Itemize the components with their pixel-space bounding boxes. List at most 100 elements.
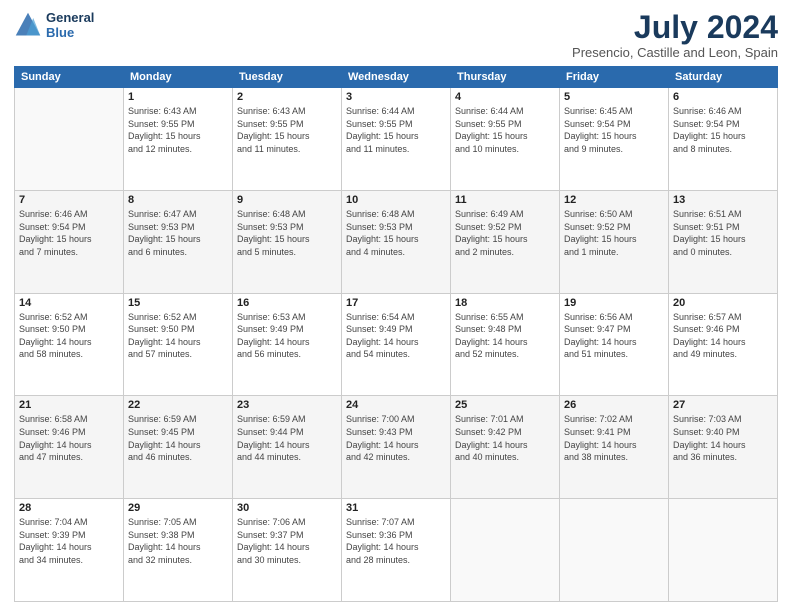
day-cell xyxy=(560,499,669,602)
day-info: Sunrise: 7:01 AM Sunset: 9:42 PM Dayligh… xyxy=(455,413,555,463)
day-cell: 6 Sunrise: 6:46 AM Sunset: 9:54 PM Daylig… xyxy=(669,88,778,191)
day-number: 30 xyxy=(237,502,337,514)
day-header-sunday: Sunday xyxy=(15,67,124,88)
week-row-4: 21 Sunrise: 6:58 AM Sunset: 9:46 PM Dayli… xyxy=(15,396,778,499)
day-cell: 16Sunrise: 6:53 AM Sunset: 9:49 PM Dayli… xyxy=(233,293,342,396)
day-number: 6 xyxy=(673,91,773,103)
day-cell xyxy=(15,88,124,191)
day-cell: 26 Sunrise: 7:02 AM Sunset: 9:41 PM Dayli… xyxy=(560,396,669,499)
day-info: Sunrise: 6:59 AM Sunset: 9:44 PM Dayligh… xyxy=(237,413,337,463)
day-cell: 9Sunrise: 6:48 AM Sunset: 9:53 PM Daylig… xyxy=(233,190,342,293)
day-number: 17 xyxy=(346,297,446,309)
day-number: 8 xyxy=(128,194,228,206)
day-cell: 18 Sunrise: 6:55 AM Sunset: 9:48 PM Dayli… xyxy=(451,293,560,396)
day-number: 31 xyxy=(346,502,446,514)
day-number: 29 xyxy=(128,502,228,514)
day-cell: 29 Sunrise: 7:05 AM Sunset: 9:38 PM Dayli… xyxy=(124,499,233,602)
day-number: 28 xyxy=(19,502,119,514)
main-title: July 2024 xyxy=(572,10,778,45)
day-number: 9 xyxy=(237,194,337,206)
header: General Blue July 2024 Presencio, Castil… xyxy=(14,10,778,60)
day-number: 23 xyxy=(237,399,337,411)
day-number: 2 xyxy=(237,91,337,103)
day-number: 3 xyxy=(346,91,446,103)
calendar-header: SundayMondayTuesdayWednesdayThursdayFrid… xyxy=(15,67,778,88)
day-cell: 30Sunrise: 7:06 AM Sunset: 9:37 PM Dayli… xyxy=(233,499,342,602)
day-cell: 11 Sunrise: 6:49 AM Sunset: 9:52 PM Dayli… xyxy=(451,190,560,293)
day-info: Sunrise: 6:45 AM Sunset: 9:54 PM Dayligh… xyxy=(564,105,664,155)
day-cell: 8 Sunrise: 6:47 AM Sunset: 9:53 PM Daylig… xyxy=(124,190,233,293)
day-info: Sunrise: 6:50 AM Sunset: 9:52 PM Dayligh… xyxy=(564,208,664,258)
week-row-2: 7Sunrise: 6:46 AM Sunset: 9:54 PM Daylig… xyxy=(15,190,778,293)
day-number: 21 xyxy=(19,399,119,411)
day-number: 10 xyxy=(346,194,446,206)
logo-icon xyxy=(14,11,42,39)
day-info: Sunrise: 6:54 AM Sunset: 9:49 PM Dayligh… xyxy=(346,311,446,361)
day-info: Sunrise: 7:03 AM Sunset: 9:40 PM Dayligh… xyxy=(673,413,773,463)
logo: General Blue xyxy=(14,10,94,40)
day-number: 15 xyxy=(128,297,228,309)
day-info: Sunrise: 6:44 AM Sunset: 9:55 PM Dayligh… xyxy=(346,105,446,155)
day-cell: 21 Sunrise: 6:58 AM Sunset: 9:46 PM Dayli… xyxy=(15,396,124,499)
day-info: Sunrise: 7:07 AM Sunset: 9:36 PM Dayligh… xyxy=(346,516,446,566)
day-info: Sunrise: 6:47 AM Sunset: 9:53 PM Dayligh… xyxy=(128,208,228,258)
day-cell: 24Sunrise: 7:00 AM Sunset: 9:43 PM Dayli… xyxy=(342,396,451,499)
day-number: 18 xyxy=(455,297,555,309)
day-header-friday: Friday xyxy=(560,67,669,88)
day-cell: 31 Sunrise: 7:07 AM Sunset: 9:36 PM Dayli… xyxy=(342,499,451,602)
day-number: 1 xyxy=(128,91,228,103)
day-info: Sunrise: 6:44 AM Sunset: 9:55 PM Dayligh… xyxy=(455,105,555,155)
day-info: Sunrise: 6:55 AM Sunset: 9:48 PM Dayligh… xyxy=(455,311,555,361)
day-cell: 20 Sunrise: 6:57 AM Sunset: 9:46 PM Dayli… xyxy=(669,293,778,396)
day-cell: 5 Sunrise: 6:45 AM Sunset: 9:54 PM Daylig… xyxy=(560,88,669,191)
calendar-page: General Blue July 2024 Presencio, Castil… xyxy=(0,0,792,612)
subtitle: Presencio, Castille and Leon, Spain xyxy=(572,45,778,60)
day-number: 20 xyxy=(673,297,773,309)
day-cell: 1 Sunrise: 6:43 AM Sunset: 9:55 PM Daylig… xyxy=(124,88,233,191)
day-info: Sunrise: 6:43 AM Sunset: 9:55 PM Dayligh… xyxy=(128,105,228,155)
day-info: Sunrise: 6:57 AM Sunset: 9:46 PM Dayligh… xyxy=(673,311,773,361)
day-cell xyxy=(669,499,778,602)
day-number: 13 xyxy=(673,194,773,206)
day-number: 19 xyxy=(564,297,664,309)
week-row-5: 28 Sunrise: 7:04 AM Sunset: 9:39 PM Dayli… xyxy=(15,499,778,602)
day-number: 22 xyxy=(128,399,228,411)
day-header-monday: Monday xyxy=(124,67,233,88)
day-cell: 4Sunrise: 6:44 AM Sunset: 9:55 PM Daylig… xyxy=(451,88,560,191)
day-header-wednesday: Wednesday xyxy=(342,67,451,88)
day-cell: 7Sunrise: 6:46 AM Sunset: 9:54 PM Daylig… xyxy=(15,190,124,293)
day-info: Sunrise: 6:58 AM Sunset: 9:46 PM Dayligh… xyxy=(19,413,119,463)
day-cell: 28 Sunrise: 7:04 AM Sunset: 9:39 PM Dayli… xyxy=(15,499,124,602)
day-cell: 12Sunrise: 6:50 AM Sunset: 9:52 PM Dayli… xyxy=(560,190,669,293)
week-row-3: 14Sunrise: 6:52 AM Sunset: 9:50 PM Dayli… xyxy=(15,293,778,396)
logo-text: General Blue xyxy=(46,10,94,40)
day-info: Sunrise: 6:53 AM Sunset: 9:49 PM Dayligh… xyxy=(237,311,337,361)
day-number: 25 xyxy=(455,399,555,411)
day-header-thursday: Thursday xyxy=(451,67,560,88)
day-info: Sunrise: 7:04 AM Sunset: 9:39 PM Dayligh… xyxy=(19,516,119,566)
day-info: Sunrise: 6:46 AM Sunset: 9:54 PM Dayligh… xyxy=(673,105,773,155)
day-cell: 27 Sunrise: 7:03 AM Sunset: 9:40 PM Dayli… xyxy=(669,396,778,499)
day-info: Sunrise: 7:05 AM Sunset: 9:38 PM Dayligh… xyxy=(128,516,228,566)
day-info: Sunrise: 6:49 AM Sunset: 9:52 PM Dayligh… xyxy=(455,208,555,258)
day-number: 27 xyxy=(673,399,773,411)
day-cell: 19Sunrise: 6:56 AM Sunset: 9:47 PM Dayli… xyxy=(560,293,669,396)
day-number: 26 xyxy=(564,399,664,411)
day-cell: 15Sunrise: 6:52 AM Sunset: 9:50 PM Dayli… xyxy=(124,293,233,396)
day-info: Sunrise: 6:59 AM Sunset: 9:45 PM Dayligh… xyxy=(128,413,228,463)
day-info: Sunrise: 7:02 AM Sunset: 9:41 PM Dayligh… xyxy=(564,413,664,463)
day-cell: 25 Sunrise: 7:01 AM Sunset: 9:42 PM Dayli… xyxy=(451,396,560,499)
day-cell: 3 Sunrise: 6:44 AM Sunset: 9:55 PM Daylig… xyxy=(342,88,451,191)
day-info: Sunrise: 6:52 AM Sunset: 9:50 PM Dayligh… xyxy=(19,311,119,361)
day-cell: 14Sunrise: 6:52 AM Sunset: 9:50 PM Dayli… xyxy=(15,293,124,396)
day-number: 24 xyxy=(346,399,446,411)
day-info: Sunrise: 6:48 AM Sunset: 9:53 PM Dayligh… xyxy=(346,208,446,258)
week-row-1: 1 Sunrise: 6:43 AM Sunset: 9:55 PM Daylig… xyxy=(15,88,778,191)
day-header-tuesday: Tuesday xyxy=(233,67,342,88)
day-header-saturday: Saturday xyxy=(669,67,778,88)
day-info: Sunrise: 6:46 AM Sunset: 9:54 PM Dayligh… xyxy=(19,208,119,258)
day-number: 11 xyxy=(455,194,555,206)
day-number: 5 xyxy=(564,91,664,103)
day-info: Sunrise: 6:43 AM Sunset: 9:55 PM Dayligh… xyxy=(237,105,337,155)
day-cell: 2 Sunrise: 6:43 AM Sunset: 9:55 PM Daylig… xyxy=(233,88,342,191)
